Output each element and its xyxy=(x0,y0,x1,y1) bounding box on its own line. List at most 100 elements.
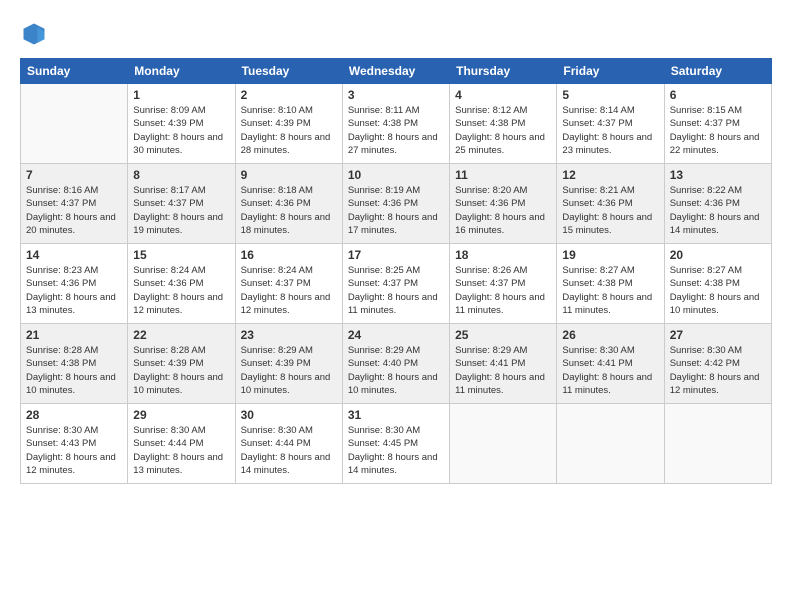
weekday-header-sunday: Sunday xyxy=(21,59,128,84)
weekday-header-thursday: Thursday xyxy=(450,59,557,84)
day-number: 30 xyxy=(241,408,337,422)
calendar-table: SundayMondayTuesdayWednesdayThursdayFrid… xyxy=(20,58,772,484)
day-info: Sunrise: 8:26 AMSunset: 4:37 PMDaylight:… xyxy=(455,264,551,317)
calendar-cell: 25Sunrise: 8:29 AMSunset: 4:41 PMDayligh… xyxy=(450,324,557,404)
calendar-cell: 28 Sunrise: 8:30 AMSunset: 4:43 PMDayligh… xyxy=(21,404,128,484)
calendar-week-4: 28 Sunrise: 8:30 AMSunset: 4:43 PMDayligh… xyxy=(21,404,772,484)
calendar-cell xyxy=(664,404,771,484)
logo-icon xyxy=(20,20,48,48)
day-info: Sunrise: 8:28 AMSunset: 4:38 PMDaylight:… xyxy=(26,344,122,397)
day-number: 6 xyxy=(670,88,766,102)
day-number: 26 xyxy=(562,328,658,342)
day-info: Sunrise: 8:27 AMSunset: 4:38 PMDaylight:… xyxy=(562,264,658,317)
day-number: 5 xyxy=(562,88,658,102)
day-number: 2 xyxy=(241,88,337,102)
page: SundayMondayTuesdayWednesdayThursdayFrid… xyxy=(0,0,792,612)
calendar-cell: 5 Sunrise: 8:14 AMSunset: 4:37 PMDaylight… xyxy=(557,84,664,164)
day-number: 25 xyxy=(455,328,551,342)
day-info: Sunrise: 8:18 AMSunset: 4:36 PMDaylight:… xyxy=(241,184,337,237)
day-number: 8 xyxy=(133,168,229,182)
day-info: Sunrise: 8:30 AMSunset: 4:41 PMDaylight:… xyxy=(562,344,658,397)
day-info: Sunrise: 8:30 AMSunset: 4:42 PMDaylight:… xyxy=(670,344,766,397)
calendar-week-2: 14Sunrise: 8:23 AMSunset: 4:36 PMDayligh… xyxy=(21,244,772,324)
calendar-cell: 19 Sunrise: 8:27 AMSunset: 4:38 PMDayligh… xyxy=(557,244,664,324)
calendar-cell: 20 Sunrise: 8:27 AMSunset: 4:38 PMDayligh… xyxy=(664,244,771,324)
day-number: 18 xyxy=(455,248,551,262)
day-number: 4 xyxy=(455,88,551,102)
day-info: Sunrise: 8:29 AMSunset: 4:39 PMDaylight:… xyxy=(241,344,337,397)
calendar-cell: 30Sunrise: 8:30 AMSunset: 4:44 PMDayligh… xyxy=(235,404,342,484)
calendar-cell: 27 Sunrise: 8:30 AMSunset: 4:42 PMDayligh… xyxy=(664,324,771,404)
day-info: Sunrise: 8:28 AMSunset: 4:39 PMDaylight:… xyxy=(133,344,229,397)
weekday-header-wednesday: Wednesday xyxy=(342,59,449,84)
calendar-body: 1Sunrise: 8:09 AMSunset: 4:39 PMDaylight… xyxy=(21,84,772,484)
day-info: Sunrise: 8:24 AMSunset: 4:36 PMDaylight:… xyxy=(133,264,229,317)
day-info: Sunrise: 8:29 AMSunset: 4:40 PMDaylight:… xyxy=(348,344,444,397)
calendar-cell: 16 Sunrise: 8:24 AMSunset: 4:37 PMDayligh… xyxy=(235,244,342,324)
day-info: Sunrise: 8:22 AMSunset: 4:36 PMDaylight:… xyxy=(670,184,766,237)
calendar-cell: 22 Sunrise: 8:28 AMSunset: 4:39 PMDayligh… xyxy=(128,324,235,404)
day-number: 16 xyxy=(241,248,337,262)
day-number: 15 xyxy=(133,248,229,262)
day-info: Sunrise: 8:12 AMSunset: 4:38 PMDaylight:… xyxy=(455,104,551,157)
calendar-cell: 13 Sunrise: 8:22 AMSunset: 4:36 PMDayligh… xyxy=(664,164,771,244)
day-info: Sunrise: 8:19 AMSunset: 4:36 PMDaylight:… xyxy=(348,184,444,237)
day-info: Sunrise: 8:17 AMSunset: 4:37 PMDaylight:… xyxy=(133,184,229,237)
day-number: 1 xyxy=(133,88,229,102)
calendar-cell: 26 Sunrise: 8:30 AMSunset: 4:41 PMDayligh… xyxy=(557,324,664,404)
calendar-cell: 18 Sunrise: 8:26 AMSunset: 4:37 PMDayligh… xyxy=(450,244,557,324)
weekday-header-saturday: Saturday xyxy=(664,59,771,84)
day-info: Sunrise: 8:25 AMSunset: 4:37 PMDaylight:… xyxy=(348,264,444,317)
day-number: 23 xyxy=(241,328,337,342)
day-number: 19 xyxy=(562,248,658,262)
calendar-cell: 1Sunrise: 8:09 AMSunset: 4:39 PMDaylight… xyxy=(128,84,235,164)
day-info: Sunrise: 8:15 AMSunset: 4:37 PMDaylight:… xyxy=(670,104,766,157)
header xyxy=(20,20,772,48)
day-info: Sunrise: 8:24 AMSunset: 4:37 PMDaylight:… xyxy=(241,264,337,317)
day-info: Sunrise: 8:14 AMSunset: 4:37 PMDaylight:… xyxy=(562,104,658,157)
weekday-header-monday: Monday xyxy=(128,59,235,84)
day-number: 11 xyxy=(455,168,551,182)
day-info: Sunrise: 8:30 AMSunset: 4:45 PMDaylight:… xyxy=(348,424,444,477)
day-number: 21 xyxy=(26,328,122,342)
day-number: 13 xyxy=(670,168,766,182)
day-info: Sunrise: 8:16 AMSunset: 4:37 PMDaylight:… xyxy=(26,184,122,237)
calendar-cell: 2Sunrise: 8:10 AMSunset: 4:39 PMDaylight… xyxy=(235,84,342,164)
day-number: 31 xyxy=(348,408,444,422)
day-number: 12 xyxy=(562,168,658,182)
calendar-cell: 9 Sunrise: 8:18 AMSunset: 4:36 PMDaylight… xyxy=(235,164,342,244)
day-info: Sunrise: 8:27 AMSunset: 4:38 PMDaylight:… xyxy=(670,264,766,317)
day-number: 22 xyxy=(133,328,229,342)
weekday-header-friday: Friday xyxy=(557,59,664,84)
day-number: 20 xyxy=(670,248,766,262)
calendar-header: SundayMondayTuesdayWednesdayThursdayFrid… xyxy=(21,59,772,84)
calendar-cell: 4 Sunrise: 8:12 AMSunset: 4:38 PMDaylight… xyxy=(450,84,557,164)
calendar-cell: 6 Sunrise: 8:15 AMSunset: 4:37 PMDaylight… xyxy=(664,84,771,164)
day-number: 28 xyxy=(26,408,122,422)
calendar-cell: 12Sunrise: 8:21 AMSunset: 4:36 PMDayligh… xyxy=(557,164,664,244)
day-info: Sunrise: 8:20 AMSunset: 4:36 PMDaylight:… xyxy=(455,184,551,237)
calendar-cell xyxy=(450,404,557,484)
day-info: Sunrise: 8:30 AMSunset: 4:43 PMDaylight:… xyxy=(26,424,122,477)
day-number: 17 xyxy=(348,248,444,262)
logo xyxy=(20,20,52,48)
day-number: 24 xyxy=(348,328,444,342)
calendar-cell: 31 Sunrise: 8:30 AMSunset: 4:45 PMDayligh… xyxy=(342,404,449,484)
calendar-cell: 8 Sunrise: 8:17 AMSunset: 4:37 PMDaylight… xyxy=(128,164,235,244)
calendar-cell xyxy=(557,404,664,484)
calendar-cell: 7Sunrise: 8:16 AMSunset: 4:37 PMDaylight… xyxy=(21,164,128,244)
calendar-cell: 29Sunrise: 8:30 AMSunset: 4:44 PMDayligh… xyxy=(128,404,235,484)
calendar-cell: 10Sunrise: 8:19 AMSunset: 4:36 PMDayligh… xyxy=(342,164,449,244)
calendar-cell: 15 Sunrise: 8:24 AMSunset: 4:36 PMDayligh… xyxy=(128,244,235,324)
day-number: 9 xyxy=(241,168,337,182)
calendar-week-3: 21 Sunrise: 8:28 AMSunset: 4:38 PMDayligh… xyxy=(21,324,772,404)
calendar-week-0: 1Sunrise: 8:09 AMSunset: 4:39 PMDaylight… xyxy=(21,84,772,164)
day-number: 14 xyxy=(26,248,122,262)
calendar-cell xyxy=(21,84,128,164)
weekday-row: SundayMondayTuesdayWednesdayThursdayFrid… xyxy=(21,59,772,84)
day-info: Sunrise: 8:11 AMSunset: 4:38 PMDaylight:… xyxy=(348,104,444,157)
calendar-cell: 21 Sunrise: 8:28 AMSunset: 4:38 PMDayligh… xyxy=(21,324,128,404)
calendar-cell: 3Sunrise: 8:11 AMSunset: 4:38 PMDaylight… xyxy=(342,84,449,164)
day-number: 27 xyxy=(670,328,766,342)
weekday-header-tuesday: Tuesday xyxy=(235,59,342,84)
